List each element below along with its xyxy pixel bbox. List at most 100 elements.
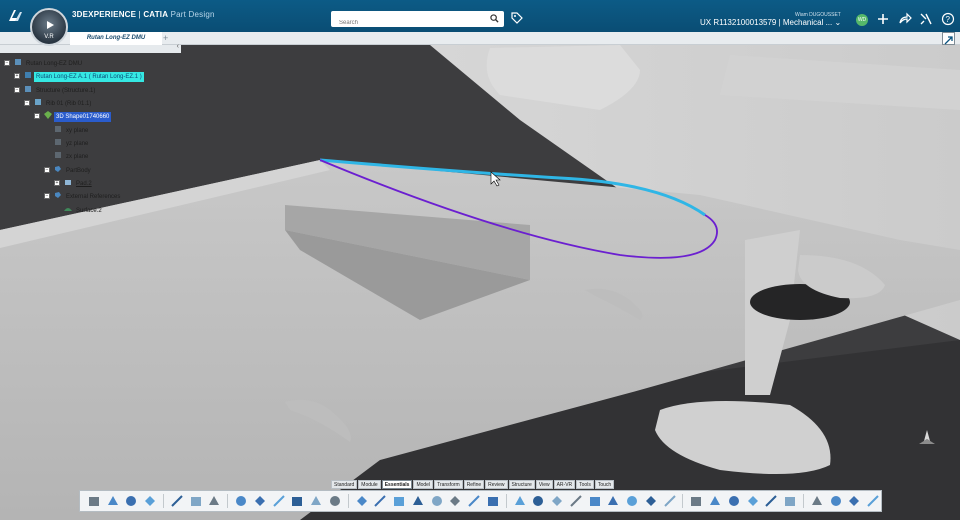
action-tab-view[interactable]: View bbox=[535, 480, 553, 489]
fit-all-icon[interactable] bbox=[169, 493, 185, 509]
pattern-icon[interactable] bbox=[624, 493, 640, 509]
part-icon bbox=[35, 99, 41, 105]
collapse-toggle[interactable]: − bbox=[44, 167, 50, 173]
extra-icon[interactable] bbox=[865, 493, 881, 509]
select-icon[interactable] bbox=[188, 493, 204, 509]
tag-icon[interactable] bbox=[511, 12, 523, 24]
add-icon[interactable] bbox=[876, 12, 890, 26]
action-tab-transform[interactable]: Transform bbox=[434, 480, 463, 489]
tree-node-xy-plane[interactable]: xy plane bbox=[54, 125, 90, 135]
collapse-toggle[interactable]: − bbox=[14, 87, 20, 93]
line-icon[interactable] bbox=[271, 493, 287, 509]
tools-icon[interactable] bbox=[809, 493, 825, 509]
settings-icon[interactable] bbox=[846, 493, 862, 509]
measure-icon[interactable] bbox=[707, 493, 723, 509]
rib-icon[interactable] bbox=[410, 493, 426, 509]
tree-node-partbody[interactable]: − PartBody bbox=[44, 165, 93, 175]
tree-node-external-references[interactable]: − External References bbox=[44, 191, 122, 201]
tree-node-structure[interactable]: − Structure (Structure.1) bbox=[14, 85, 97, 95]
collapse-toggle[interactable]: − bbox=[24, 100, 30, 106]
play-icon[interactable] bbox=[44, 19, 56, 31]
pocket-icon[interactable] bbox=[354, 493, 370, 509]
tree-node-root[interactable]: − Rutan Long-EZ DMU bbox=[4, 58, 84, 68]
tree-node-rutan-long-ez-a1[interactable]: + Rutan Long-EZ A.1 ( Rutan Long-EZ.1 ) bbox=[14, 71, 144, 82]
compass-widget[interactable]: V.R bbox=[30, 8, 68, 46]
collapse-toggle[interactable]: − bbox=[34, 113, 40, 119]
search-input[interactable] bbox=[331, 15, 481, 31]
split-icon[interactable] bbox=[568, 493, 584, 509]
collaborative-space-context[interactable]: UX R1132100013579 | Mechanical ... ⌄ bbox=[700, 18, 841, 27]
loft-icon[interactable] bbox=[447, 493, 463, 509]
collapse-toggle[interactable]: − bbox=[44, 193, 50, 199]
sketch-icon[interactable] bbox=[206, 493, 222, 509]
collapse-toggle[interactable]: − bbox=[4, 60, 10, 66]
expand-toggle[interactable]: + bbox=[14, 73, 20, 79]
action-tab-ar-vr[interactable]: AR-VR bbox=[553, 480, 576, 489]
hole-icon[interactable] bbox=[391, 493, 407, 509]
tools-icon[interactable] bbox=[919, 12, 933, 26]
tree-node-3d-shape[interactable]: − 3D Shape01740660 bbox=[34, 111, 112, 122]
avatar[interactable]: WD bbox=[856, 14, 868, 26]
search-box[interactable] bbox=[331, 11, 504, 31]
part-icon[interactable] bbox=[233, 493, 249, 509]
expand-view-button[interactable] bbox=[942, 32, 955, 45]
draft-icon[interactable] bbox=[512, 493, 528, 509]
chamfer-icon[interactable] bbox=[485, 493, 501, 509]
tree-node-yz-plane[interactable]: yz plane bbox=[54, 138, 90, 148]
action-bar-toolbar bbox=[79, 490, 882, 512]
collapse-tree-icon[interactable]: ‹ bbox=[177, 43, 179, 50]
action-tab-touch[interactable]: Touch bbox=[594, 480, 615, 489]
tree-node-zx-plane[interactable]: zx plane bbox=[54, 151, 90, 161]
add-tab-button[interactable]: + bbox=[163, 32, 168, 44]
share-icon[interactable] bbox=[898, 12, 912, 26]
toolbar-separator bbox=[163, 494, 164, 508]
tab-rutan-long-ez-dmu[interactable]: Rutan Long-EZ DMU bbox=[70, 32, 162, 45]
tree-node-surface2[interactable]: Surface.2 bbox=[64, 205, 104, 215]
cut-icon[interactable] bbox=[86, 493, 102, 509]
close-surface-icon[interactable] bbox=[605, 493, 621, 509]
action-tab-refine[interactable]: Refine bbox=[463, 480, 485, 489]
action-tab-standard[interactable]: Standard bbox=[331, 480, 358, 489]
scale-icon[interactable] bbox=[662, 493, 678, 509]
touch-icon[interactable] bbox=[828, 493, 844, 509]
body-icon bbox=[55, 166, 61, 172]
paste-icon[interactable] bbox=[124, 493, 140, 509]
action-tab-review[interactable]: Review bbox=[485, 480, 508, 489]
shaft-icon[interactable] bbox=[372, 493, 388, 509]
action-tab-module[interactable]: Module bbox=[358, 480, 381, 489]
3d-viewport[interactable] bbox=[0, 45, 960, 520]
annotation-icon[interactable] bbox=[763, 493, 779, 509]
axis-icon[interactable] bbox=[308, 493, 324, 509]
search-icon[interactable] bbox=[490, 14, 499, 23]
action-tab-essentials[interactable]: Essentials bbox=[381, 480, 413, 489]
point-icon[interactable] bbox=[252, 493, 268, 509]
surface-icon bbox=[64, 208, 72, 211]
plane-icon[interactable] bbox=[289, 493, 305, 509]
action-tab-model[interactable]: Model bbox=[413, 480, 434, 489]
slot-icon[interactable] bbox=[429, 493, 445, 509]
shell-icon[interactable] bbox=[530, 493, 546, 509]
undo-icon[interactable] bbox=[142, 493, 158, 509]
boolean-icon[interactable] bbox=[688, 493, 704, 509]
mini-compass-icon[interactable] bbox=[916, 427, 938, 449]
tree-node-pad2[interactable]: + Pad.2 bbox=[54, 178, 94, 188]
pad-icon[interactable] bbox=[327, 493, 343, 509]
chevron-down-icon[interactable]: ⌄ bbox=[834, 18, 841, 27]
publish-icon[interactable] bbox=[782, 493, 798, 509]
action-tab-tools[interactable]: Tools bbox=[576, 480, 594, 489]
dassault-logo-icon[interactable] bbox=[6, 7, 24, 25]
help-icon[interactable]: ? bbox=[941, 12, 955, 26]
action-tab-structure[interactable]: Structure bbox=[508, 480, 535, 489]
thick-surface-icon[interactable] bbox=[587, 493, 603, 509]
mirror-icon[interactable] bbox=[643, 493, 659, 509]
product-icon bbox=[25, 72, 31, 78]
section-icon[interactable] bbox=[745, 493, 761, 509]
tree-node-label: zx plane bbox=[66, 154, 89, 160]
tree-node-label: Structure (Structure.1) bbox=[36, 88, 96, 94]
copy-icon[interactable] bbox=[105, 493, 121, 509]
tree-node-rib-01[interactable]: − Rib 01 (Rib 01.1) bbox=[24, 98, 93, 108]
fillet-icon[interactable] bbox=[466, 493, 482, 509]
expand-toggle[interactable]: + bbox=[54, 180, 60, 186]
thickness-icon[interactable] bbox=[549, 493, 565, 509]
render-icon[interactable] bbox=[726, 493, 742, 509]
